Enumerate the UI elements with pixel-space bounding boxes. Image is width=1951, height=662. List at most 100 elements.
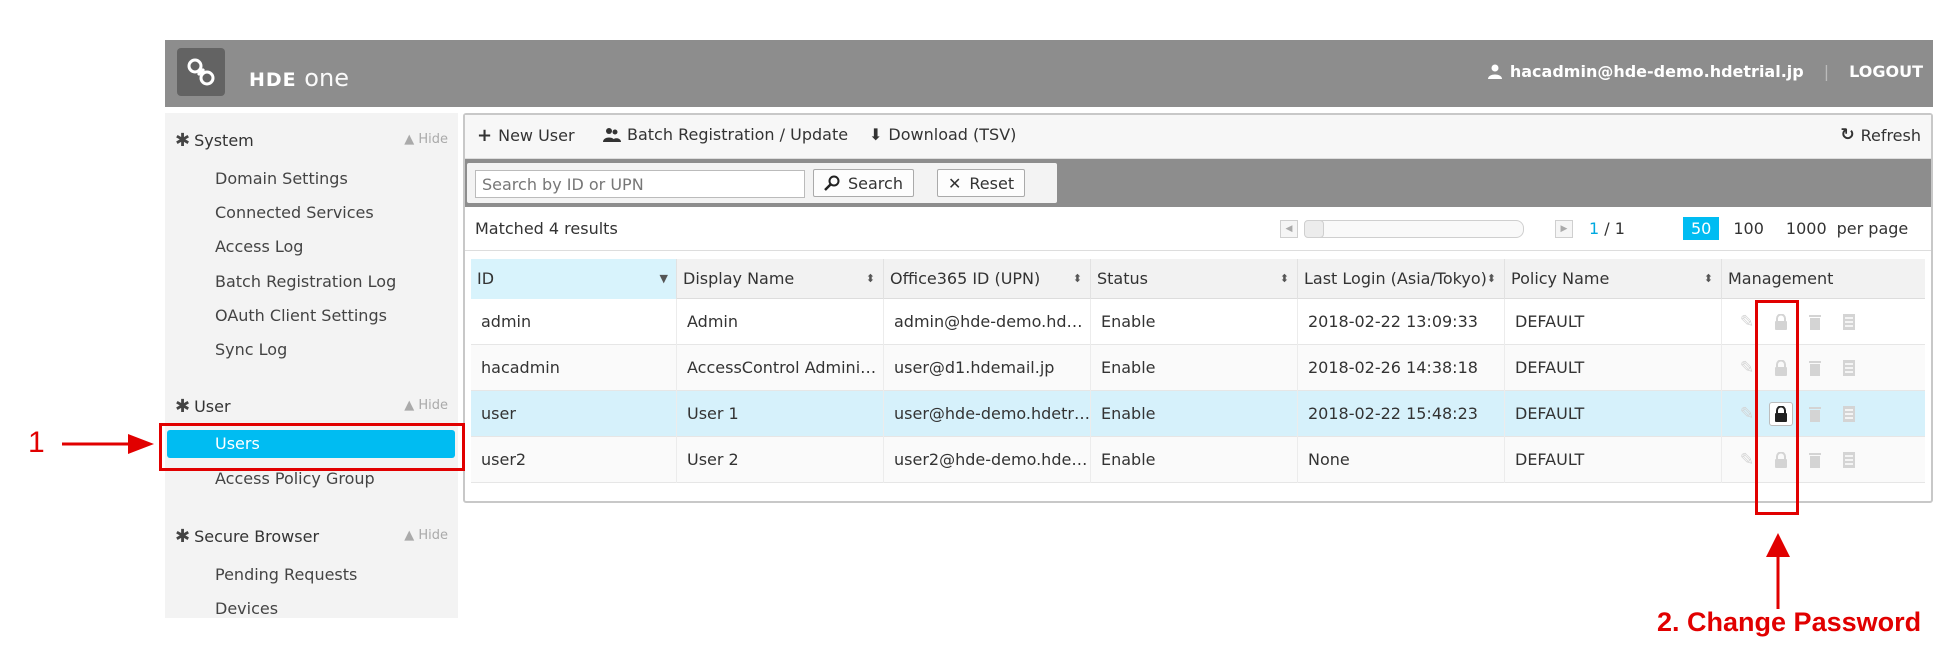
page-separator: / <box>1604 219 1610 238</box>
cell-display-name: AccessControl Adminis··· <box>677 345 884 391</box>
matched-count: Matched 4 results <box>475 219 618 238</box>
sidebar-section-user[interactable]: ✱ User <box>175 395 231 417</box>
cell-policy-name: DEFAULT <box>1505 299 1722 345</box>
sidebar-item-devices[interactable]: Devices <box>215 599 278 618</box>
cell-display-name: User 2 <box>677 437 884 483</box>
current-page[interactable]: 1 <box>1589 219 1599 238</box>
cell-upn: user2@hde-demo.hdet··· <box>884 437 1091 483</box>
search-input[interactable] <box>475 170 805 198</box>
cell-policy-name: DEFAULT <box>1505 391 1722 437</box>
column-header-id[interactable]: ID ▼ <box>471 259 677 299</box>
cell-upn: user@hde-demo.hdetri··· <box>884 391 1091 437</box>
new-user-button[interactable]: + New User <box>477 125 575 146</box>
trash-icon[interactable] <box>1803 310 1827 334</box>
per-page-label: per page <box>1836 219 1909 238</box>
sidebar-item-access-log[interactable]: Access Log <box>215 237 303 256</box>
table-row[interactable]: admin Admin admin@hde-demo.hde··· Enable… <box>471 299 1925 345</box>
column-header-display-name[interactable]: Display Name ⬍ <box>677 259 884 299</box>
table-header: ID ▼ Display Name ⬍ Office365 ID (UPN) ⬍ St… <box>471 259 1925 299</box>
column-header-status[interactable]: Status ⬍ <box>1091 259 1298 299</box>
sort-desc-icon: ▼ <box>659 272 668 285</box>
sort-icon: ⬍ <box>865 272 875 285</box>
download-tsv-button[interactable]: ⬇ Download (TSV) <box>869 125 1016 144</box>
hide-link-system[interactable]: ▲ Hide <box>404 132 448 147</box>
cell-status: Enable <box>1091 299 1298 345</box>
table-row[interactable]: hacadmin AccessControl Adminis··· user@d… <box>471 345 1925 391</box>
trash-icon[interactable] <box>1803 356 1827 380</box>
sidebar-item-batch-registration-log[interactable]: Batch Registration Log <box>215 272 396 291</box>
column-header-policy-name[interactable]: Policy Name ⬍ <box>1505 259 1722 299</box>
gear-icon: ✱ <box>175 129 191 151</box>
cell-status: Enable <box>1091 437 1298 483</box>
chevron-left-icon[interactable]: ◀ <box>1280 220 1298 238</box>
sidebar-item-access-policy-group[interactable]: Access Policy Group <box>215 469 375 488</box>
toolbar: + New User Batch Registration / Update ⬇… <box>465 115 1931 159</box>
per-page-1000[interactable]: 1000 <box>1778 217 1835 240</box>
table-row-selected[interactable]: user User 1 user@hde-demo.hdetri··· Enab… <box>471 391 1925 437</box>
sort-icon: ⬍ <box>1279 272 1289 285</box>
per-page-100[interactable]: 100 <box>1725 217 1772 240</box>
sort-icon: ⬍ <box>1072 272 1082 285</box>
sort-icon: ⬍ <box>1486 272 1496 285</box>
user-area: hacadmin@hde-demo.hdetrial.jp | LOGOUT <box>1487 62 1923 81</box>
section-title: System <box>194 130 254 150</box>
cell-upn: admin@hde-demo.hde··· <box>884 299 1091 345</box>
sidebar-item-domain-settings[interactable]: Domain Settings <box>215 169 348 188</box>
sidebar-item-sync-log[interactable]: Sync Log <box>215 340 287 359</box>
refresh-button[interactable]: ↻ Refresh <box>1840 125 1921 145</box>
separator: | <box>1823 62 1830 81</box>
annotation-box-users <box>159 423 465 471</box>
section-title: User <box>194 396 231 416</box>
column-header-last-login[interactable]: Last Login (Asia/Tokyo) ⬍ <box>1298 259 1505 299</box>
user-email[interactable]: hacadmin@hde-demo.hdetrial.jp <box>1510 62 1804 81</box>
cell-id: user <box>471 391 677 437</box>
refresh-icon: ↻ <box>1840 125 1855 145</box>
column-header-management: Management <box>1728 269 1834 288</box>
column-header-upn[interactable]: Office365 ID (UPN) ⬍ <box>884 259 1091 299</box>
annotation-step-2: 2. Change Password <box>1657 607 1922 637</box>
batch-registration-button[interactable]: Batch Registration / Update <box>603 125 848 144</box>
logout-link[interactable]: LOGOUT <box>1849 62 1923 81</box>
annotation-arrow-up-icon <box>1766 533 1790 609</box>
cell-policy-name: DEFAULT <box>1505 345 1722 391</box>
page-scroll-track[interactable] <box>1304 220 1524 238</box>
per-page-50[interactable]: 50 <box>1683 217 1720 240</box>
cell-upn: user@d1.hdemail.jp <box>884 345 1091 391</box>
sidebar-section-secure-browser[interactable]: ✱ Secure Browser <box>175 525 319 547</box>
page-scroller[interactable]: ◀ <box>1280 220 1540 238</box>
document-icon[interactable] <box>1837 310 1861 334</box>
document-icon[interactable] <box>1837 448 1861 472</box>
sidebar-item-pending-requests[interactable]: Pending Requests <box>215 565 357 584</box>
top-bar: HDE one hacadmin@hde-demo.hdetrial.jp | … <box>165 40 1933 107</box>
reset-button[interactable]: ✕ Reset <box>937 169 1026 197</box>
sidebar: ✱ System ▲ Hide Domain Settings Connecte… <box>165 113 458 618</box>
logo-icon[interactable] <box>177 48 225 96</box>
search-button[interactable]: Search <box>813 169 914 197</box>
annotation-box-lock <box>1755 300 1799 515</box>
sidebar-item-oauth-client-settings[interactable]: OAuth Client Settings <box>215 306 387 325</box>
gear-icon: ✱ <box>175 525 191 547</box>
sidebar-section-system[interactable]: ✱ System <box>175 129 254 151</box>
hide-link-user[interactable]: ▲ Hide <box>404 398 448 413</box>
sidebar-item-connected-services[interactable]: Connected Services <box>215 203 374 222</box>
page-info: 1 / 1 <box>1589 219 1625 238</box>
cell-id: user2 <box>471 437 677 483</box>
users-panel: + New User Batch Registration / Update ⬇… <box>463 113 1933 503</box>
page-scroll-thumb[interactable] <box>1304 220 1324 238</box>
document-icon[interactable] <box>1837 356 1861 380</box>
annotation-arrow-right-icon <box>62 434 154 454</box>
trash-icon[interactable] <box>1803 402 1827 426</box>
cell-display-name: Admin <box>677 299 884 345</box>
search-icon <box>824 175 840 191</box>
per-page-selector: 50 100 1000 per page <box>1683 217 1908 240</box>
hide-link-secure-browser[interactable]: ▲ Hide <box>404 528 448 543</box>
document-icon[interactable] <box>1837 402 1861 426</box>
search-label: Search <box>848 173 903 193</box>
chevron-right-icon[interactable]: ▶ <box>1555 220 1573 238</box>
search-bar: Search ✕ Reset <box>465 159 1931 207</box>
trash-icon[interactable] <box>1803 448 1827 472</box>
close-icon: ✕ <box>948 173 962 193</box>
cell-display-name: User 1 <box>677 391 884 437</box>
refresh-label: Refresh <box>1860 125 1921 145</box>
table-row[interactable]: user2 User 2 user2@hde-demo.hdet··· Enab… <box>471 437 1925 483</box>
